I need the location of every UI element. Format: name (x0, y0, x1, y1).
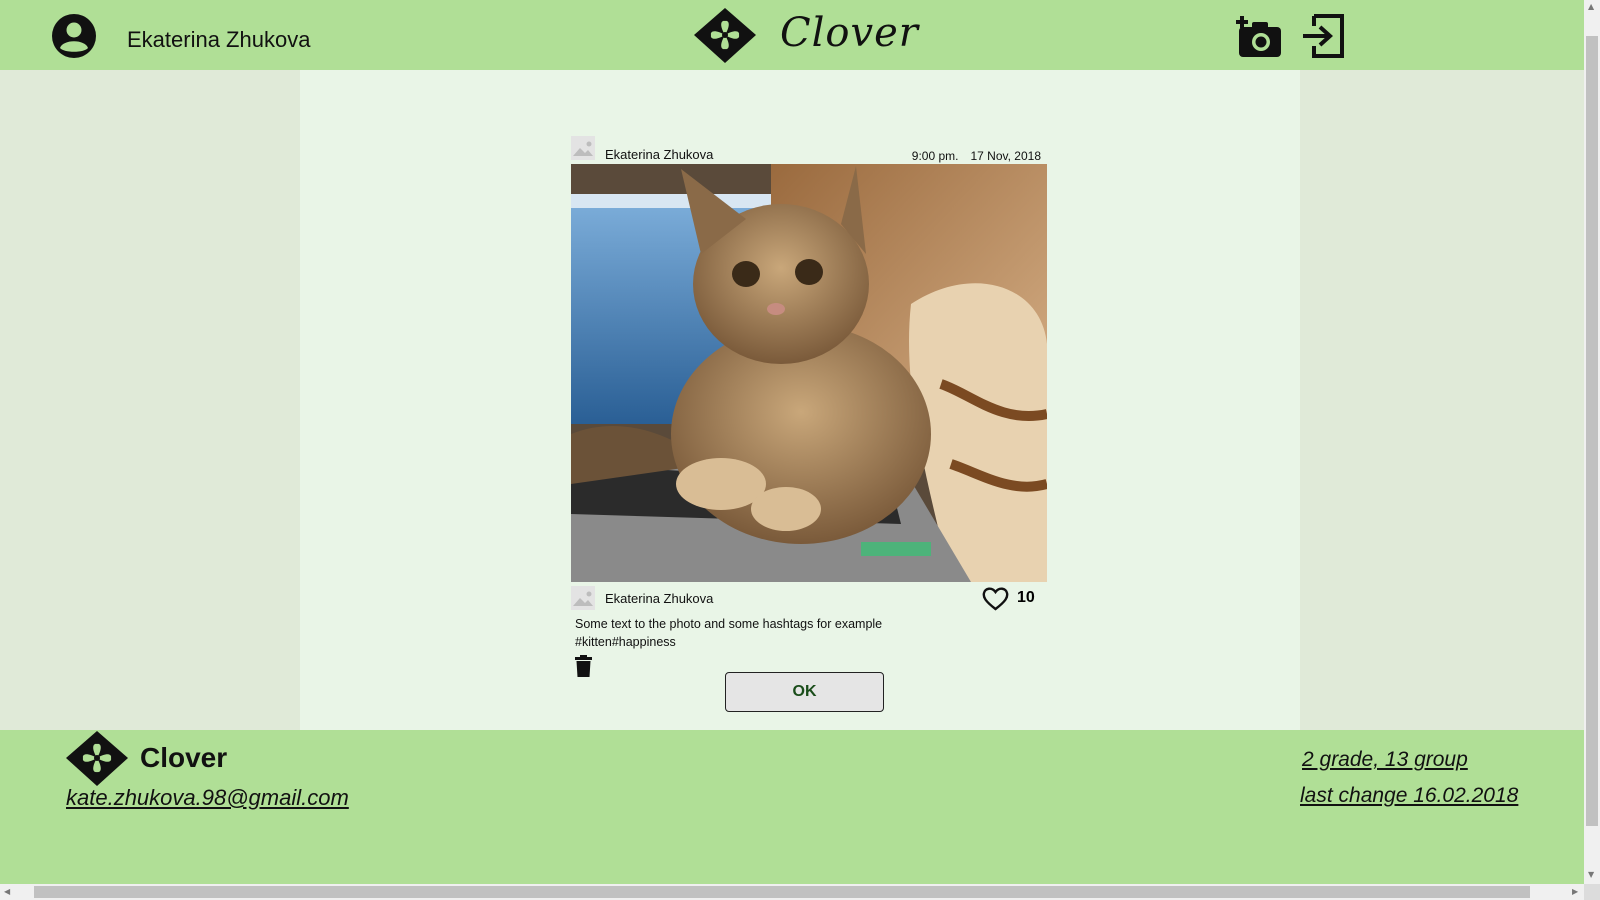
post-date: 17 Nov, 2018 (970, 149, 1042, 163)
footer: Clover kate.zhukova.98@gmail.com 2 grade… (0, 730, 1584, 884)
app-title[interactable]: Clover (780, 10, 919, 56)
caption-hashtags[interactable]: #kitten#happiness (575, 633, 915, 651)
post-timestamp: 9:00 pm. 17 Nov, 2018 (912, 149, 1041, 163)
post-author[interactable]: Ekaterina Zhukova (605, 147, 713, 162)
avatar-placeholder-icon (571, 586, 595, 610)
logout-icon[interactable] (1300, 13, 1346, 59)
footer-grade-link[interactable]: 2 grade, 13 group (1302, 748, 1468, 772)
post-caption: Some text to the photo and some hashtags… (575, 615, 915, 651)
clover-logo-icon[interactable] (693, 7, 757, 64)
post-footer: Ekaterina Zhukova 10 (571, 584, 1047, 611)
scroll-up-arrow-icon[interactable]: ▲ (1588, 2, 1594, 11)
horizontal-scroll-thumb[interactable] (34, 886, 1530, 898)
scroll-right-arrow-icon[interactable]: ▶ (1572, 887, 1578, 896)
scroll-left-arrow-icon[interactable]: ◀ (4, 887, 10, 896)
post-time: 9:00 pm. (911, 149, 959, 163)
scroll-down-arrow-icon[interactable]: ▼ (1588, 870, 1594, 879)
header-user-name[interactable]: Ekaterina Zhukova (127, 27, 310, 53)
ok-button[interactable]: OK (725, 672, 884, 712)
footer-email-link[interactable]: kate.zhukova.98@gmail.com (66, 785, 349, 811)
scrollbar-corner (1584, 884, 1600, 900)
heart-icon[interactable] (982, 586, 1009, 611)
add-photo-camera-icon[interactable] (1235, 13, 1283, 59)
footer-last-change-link[interactable]: last change 16.02.2018 (1300, 784, 1518, 808)
post-header: Ekaterina Zhukova 9:00 pm. 17 Nov, 2018 (571, 136, 1047, 164)
trash-icon[interactable] (575, 655, 592, 677)
post-photo[interactable] (571, 164, 1047, 582)
vertical-scroll-thumb[interactable] (1586, 36, 1598, 826)
horizontal-scrollbar[interactable]: ◀ ▶ (0, 884, 1584, 900)
caption-text: Some text to the photo and some hashtags… (575, 617, 883, 631)
vertical-scrollbar[interactable]: ▲ ▼ (1584, 0, 1600, 884)
post-card: Ekaterina Zhukova 9:00 pm. 17 Nov, 2018 (571, 136, 1047, 677)
header-bar: Ekaterina Zhukova Clover (0, 0, 1584, 70)
clover-logo-icon (66, 731, 128, 786)
footer-brand: Clover (140, 742, 228, 773)
avatar-placeholder-icon (571, 136, 595, 160)
like-count: 10 (1017, 589, 1035, 606)
caption-author[interactable]: Ekaterina Zhukova (605, 591, 713, 606)
account-circle-icon[interactable] (51, 13, 97, 59)
